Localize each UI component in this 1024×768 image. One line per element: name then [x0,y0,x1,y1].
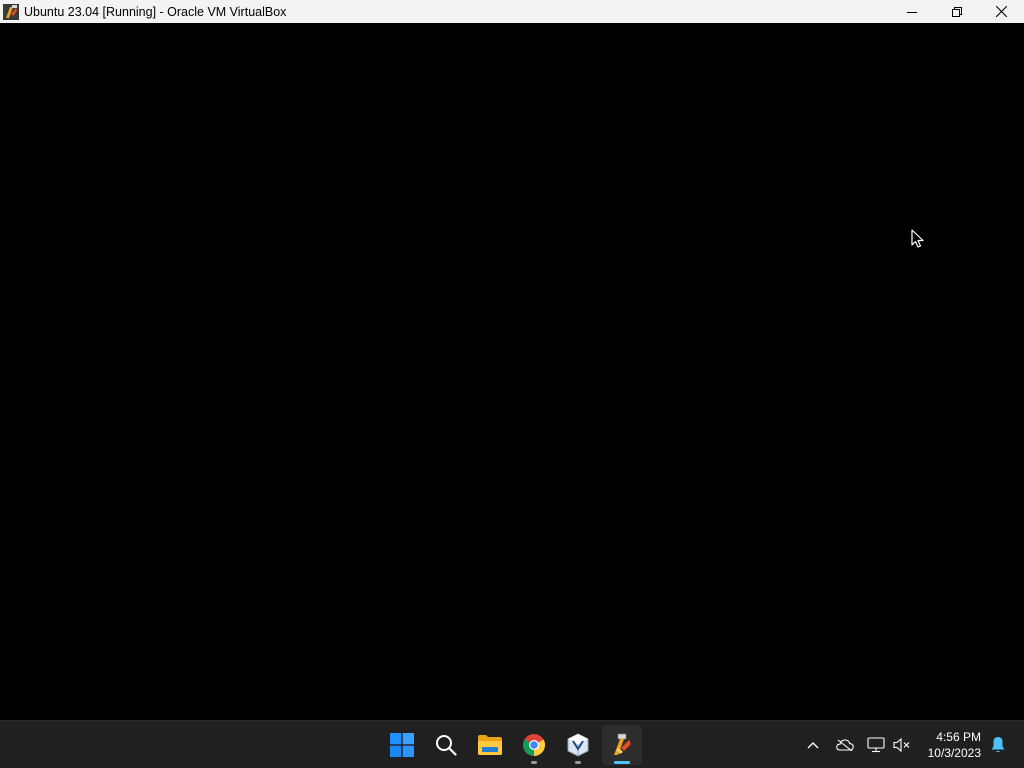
window-titlebar[interactable]: Ubuntu 23.04 [Running] - Oracle VM Virtu… [0,0,1024,23]
restore-button[interactable] [934,0,979,23]
mouse-pointer-icon [911,229,924,248]
onedrive-button[interactable] [835,735,855,755]
running-indicator [531,761,537,764]
search-button[interactable] [426,725,466,765]
close-icon [996,6,1007,17]
file-explorer-button[interactable] [470,725,510,765]
network-button[interactable] [866,735,886,755]
virtualbox-vm-icon [614,733,631,755]
clock-date: 10/3/2023 [927,746,981,760]
virtualbox-vm-icon [3,3,19,20]
taskbar: 4:56 PM 10/3/2023 [0,720,1024,768]
close-button[interactable] [979,0,1024,23]
restore-icon [951,6,962,17]
show-hidden-icons-button[interactable] [803,735,823,755]
window-title: Ubuntu 23.04 [Running] - Oracle VM Virtu… [24,4,287,19]
volume-muted-icon [893,737,910,753]
virtualbox-manager-button[interactable] [558,725,598,765]
clock-time: 4:56 PM [936,730,981,744]
folder-icon [478,735,502,755]
ubuntu-vm-button[interactable] [602,725,642,765]
search-icon [436,735,457,756]
network-icon [867,737,885,753]
virtualbox-icon [567,733,589,757]
onedrive-offline-icon [836,739,854,751]
active-indicator [614,761,630,764]
start-button[interactable] [382,725,422,765]
running-indicator [575,761,581,764]
window-controls [889,0,1024,23]
chrome-icon [523,734,545,756]
windows-logo-icon [390,733,414,757]
notification-bell-icon[interactable] [990,736,1006,754]
chevron-up-icon [807,742,819,749]
clock[interactable]: 4:56 PM 10/3/2023 [928,729,981,761]
minimize-icon [906,11,917,13]
chrome-button[interactable] [514,725,554,765]
minimize-button[interactable] [889,0,934,23]
volume-button[interactable] [892,735,912,755]
vm-display[interactable] [0,23,1024,720]
